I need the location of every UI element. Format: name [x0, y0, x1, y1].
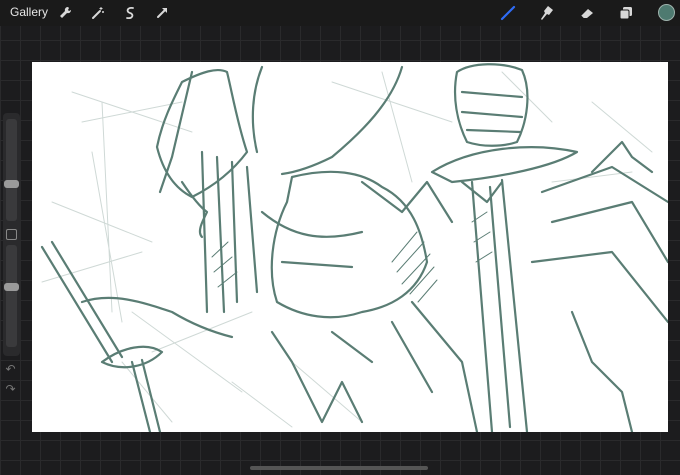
- layers-icon[interactable]: [616, 3, 636, 23]
- top-toolbar: Gallery: [0, 0, 680, 26]
- brush-size-thumb[interactable]: [4, 180, 19, 189]
- drawing-canvas[interactable]: [32, 62, 668, 432]
- eraser-icon[interactable]: [577, 3, 597, 23]
- brush-sidebar: [3, 113, 20, 356]
- gallery-button[interactable]: Gallery: [10, 5, 48, 19]
- brush-icon[interactable]: [498, 3, 518, 23]
- smudge-icon[interactable]: [537, 3, 557, 23]
- undo-icon[interactable]: ↶: [3, 362, 18, 376]
- wrench-icon[interactable]: [55, 3, 75, 23]
- redo-icon[interactable]: ↷: [3, 382, 18, 396]
- brush-size-slider[interactable]: [4, 119, 19, 221]
- sketch-artwork: [40, 63, 668, 432]
- modify-button[interactable]: [6, 229, 17, 240]
- opacity-thumb[interactable]: [4, 282, 19, 291]
- color-picker-swatch[interactable]: [658, 4, 675, 21]
- transform-arrow-icon[interactable]: [152, 3, 172, 23]
- opacity-slider[interactable]: [4, 245, 19, 347]
- home-indicator: [250, 466, 428, 470]
- selection-icon[interactable]: [120, 3, 140, 23]
- magic-wand-icon[interactable]: [88, 3, 108, 23]
